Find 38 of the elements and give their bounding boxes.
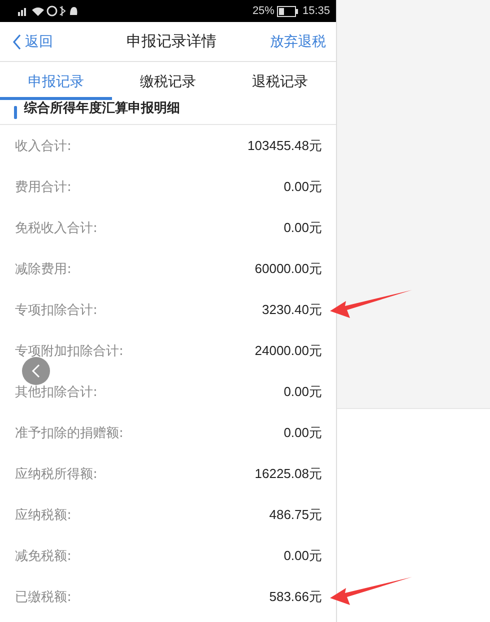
field-label: 应纳税额: [15, 506, 72, 524]
field-value: 0.00元 [284, 546, 322, 564]
field-label: 费用合计: [15, 178, 72, 196]
field-value: 103455.48元 [248, 136, 322, 154]
field-value: 0.00元 [284, 424, 322, 442]
field-label: 已缴税额: [15, 588, 72, 606]
section-title: 综合所得年度汇算申报明细 [24, 100, 180, 117]
field-label: 减除费用: [15, 260, 72, 278]
chevron-left-icon [30, 363, 42, 379]
field-label: 其他扣除合计: [15, 384, 98, 400]
tab[interactable]: 申报记录 [0, 62, 112, 100]
chevron-left-icon [12, 34, 22, 50]
tab[interactable]: 退税记录 [224, 62, 336, 100]
page-title: 申报记录详情 [126, 32, 216, 51]
field-value: 0.00元 [284, 382, 322, 400]
battery-icon [277, 6, 300, 16]
field-value: 0.00元 [284, 178, 322, 196]
field-label: 应纳税所得额: [15, 466, 98, 482]
abandon-refund-link[interactable]: 放弃退税 [270, 32, 326, 50]
tab[interactable]: 缴税记录 [112, 62, 224, 100]
field-value: 486.75元 [269, 506, 322, 524]
field-value: 16225.08元 [254, 464, 322, 482]
back-button[interactable]: 返回 [12, 32, 53, 50]
field-value: 583.66元 [269, 588, 322, 606]
back-float-button[interactable] [22, 357, 50, 385]
battery-percent: 25% [252, 5, 274, 17]
field-value: 3230.40元 [262, 300, 322, 318]
section-marker [14, 106, 17, 118]
field-label: 专项扣除合计: [15, 302, 98, 318]
field-label: 专项附加扣除合计: [15, 342, 124, 360]
field-label: 准予扣除的捐赠额: [15, 424, 124, 442]
field-label: 免税收入合计: [15, 220, 98, 236]
field-value: 24000.00元 [254, 342, 322, 360]
field-value: 0.00元 [284, 218, 322, 236]
field-value: 60000.00元 [254, 260, 322, 278]
field-label: 收入合计: [15, 138, 72, 154]
clock-time: 15:35 [302, 5, 330, 17]
field-label: 减免税额: [15, 548, 72, 564]
